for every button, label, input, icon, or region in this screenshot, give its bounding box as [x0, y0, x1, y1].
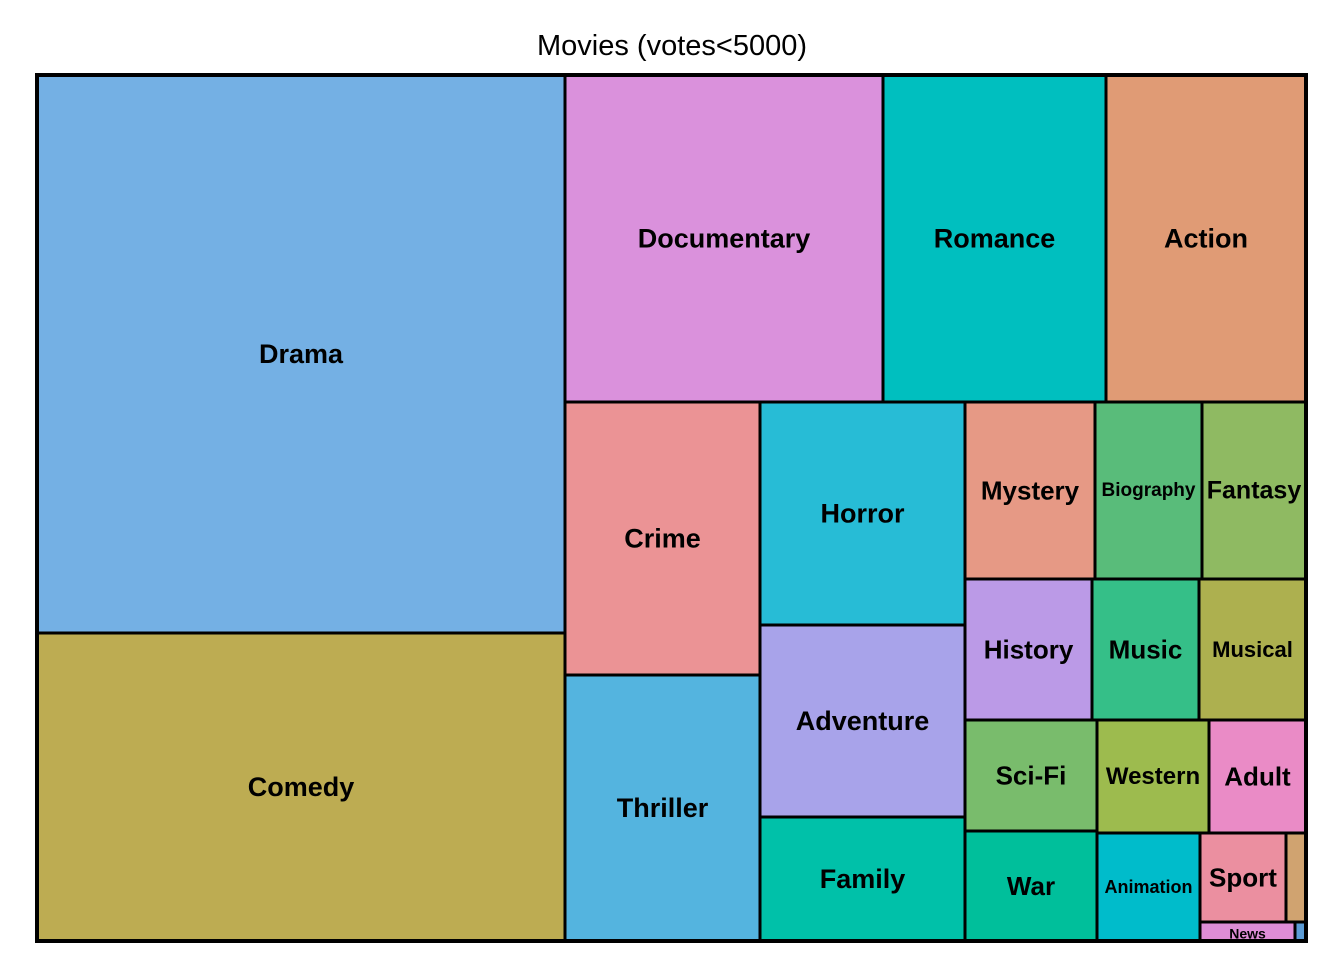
tile-label-mystery: Mystery	[981, 476, 1080, 506]
tile-film-noir	[1284, 831, 1308, 924]
tile-label-romance: Romance	[934, 224, 1056, 254]
tile-label-history: History	[984, 635, 1074, 665]
tile-label-documentary: Documentary	[638, 224, 811, 254]
tile-label-fantasy: Fantasy	[1207, 477, 1302, 505]
tile-label-animation: Animation	[1105, 877, 1193, 897]
tile-label-adult: Adult	[1224, 762, 1291, 792]
tile-label-sci-fi: Sci-Fi	[996, 761, 1067, 791]
tile-label-western: Western	[1106, 763, 1200, 790]
tile-label-biography: Biography	[1102, 480, 1196, 501]
tile-label-crime: Crime	[624, 524, 701, 554]
tile-label-drama: Drama	[259, 339, 344, 369]
tile-label-war: War	[1007, 871, 1055, 901]
tile-label-adventure: Adventure	[796, 706, 930, 736]
tile-label-musical: Musical	[1212, 637, 1293, 662]
treemap-chart: Drama Comedy Documentary Romance Action Crime…	[35, 73, 1308, 943]
tile-label-family: Family	[820, 864, 906, 894]
tile-label-horror: Horror	[820, 499, 904, 529]
tile-label-thriller: Thriller	[617, 793, 709, 823]
tile-label-action: Action	[1164, 224, 1248, 254]
tile-label-music: Music	[1109, 635, 1183, 665]
tile-label-sport: Sport	[1209, 863, 1277, 893]
tile-label-comedy: Comedy	[248, 772, 355, 802]
